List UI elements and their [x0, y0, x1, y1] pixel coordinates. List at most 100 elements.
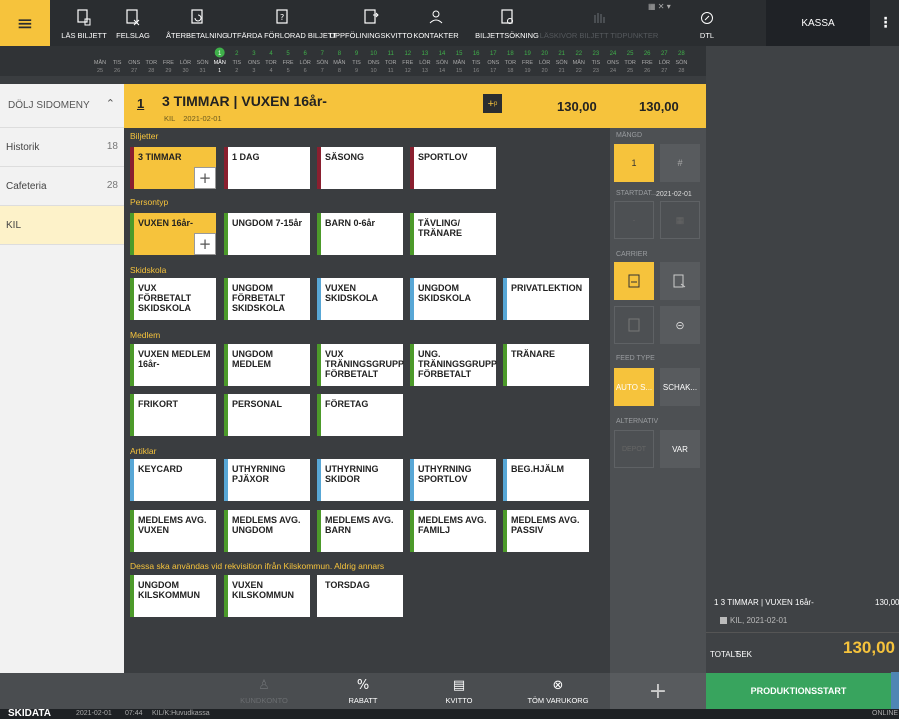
kilskommun-tile[interactable]: TORSDAG [317, 575, 403, 617]
followup-receipt-button[interactable]: UPPFÖLININGSKVITTO [330, 0, 412, 46]
carrier-print-button[interactable] [660, 262, 700, 300]
calendar-icon[interactable]: ▦ [660, 201, 700, 239]
lost-ticket-button[interactable]: ? UTFÄRDA FÖRLORAD BILJETT [227, 0, 337, 46]
medlem-tile[interactable]: FRIKORT [130, 394, 216, 436]
product-tile[interactable]: SPORTLOV [410, 147, 496, 189]
skidskola-tile[interactable]: VUXEN SKIDSKOLA [317, 278, 403, 320]
calendar-day-label: LÖR [180, 59, 191, 66]
sidebar-item-label: Cafeteria [6, 180, 47, 192]
refund-button[interactable]: ÅTERBETALNING [164, 0, 230, 46]
kilskommun-tile[interactable]: UNGDOM KILSKOMMUN [130, 575, 216, 617]
feedtype-label: FEED TYPE [616, 355, 655, 362]
artikel-tile[interactable]: MEDLEMS AVG. UNGDOM [224, 510, 310, 552]
receipt-button[interactable]: ▤ KVITTO [426, 673, 492, 709]
calendar-week-number: 27 [661, 51, 668, 57]
artikel-tile[interactable]: MEDLEMS AVG. BARN [317, 510, 403, 552]
medlem-tile[interactable]: VUXEN MEDLEM 16år- [130, 344, 216, 386]
product-tile[interactable]: 3 TIMMAR + [130, 147, 216, 189]
sidebar-item-kil[interactable]: KIL [0, 206, 124, 245]
calendar-strip[interactable]: 1 2 3 4 5 6 7 8 9 10 11 12 13 14 15 16 17 18 19 20 21 22 23 24 2… [0, 46, 706, 76]
customer-account-button[interactable]: ♙ KUNDKONTO [226, 673, 302, 709]
product-tile[interactable]: SÄSONG [317, 147, 403, 189]
calendar-day-label: SÖN [675, 59, 687, 66]
read-ticket-button[interactable]: LÄS BILJETT [60, 0, 108, 46]
calendar-day-label: TIS [472, 60, 481, 66]
tile-label: VUX FÖRBETALT SKIDSKOLA [138, 283, 192, 313]
medlem-tile[interactable]: UNG. TRÄNINGSGRUPP FÖRBETALT [410, 344, 497, 386]
menu-icon[interactable]: ≡ [0, 0, 50, 46]
tile-label: UNGDOM MEDLEM [232, 349, 273, 369]
read-ticket-label: LÄS BILJETT [61, 31, 107, 40]
medlem-tile[interactable]: VUX TRÄNINGSGRUPP FÖRBETALT [317, 344, 404, 386]
selected-product-header[interactable]: 1 3 TIMMAR | VUXEN 16år- KIL 2021-02-01 … [124, 84, 706, 128]
status-location: KIL/K:Huvudkassa [152, 710, 210, 717]
side-handle[interactable] [891, 672, 899, 709]
product-subline: KIL 2021-02-01 [164, 114, 222, 123]
product-tile[interactable]: 1 DAG [224, 147, 310, 189]
more-vertical-icon[interactable]: ⋮ [872, 0, 899, 46]
sidebar-item-historik[interactable]: Historik 18 [0, 128, 124, 167]
discount-button[interactable]: % RABATT [330, 673, 396, 709]
artikel-tile[interactable]: MEDLEMS AVG. VUXEN [130, 510, 216, 552]
production-start-button[interactable]: PRODUKTIONSSTART [706, 673, 891, 709]
status-date: 2021-02-01 [76, 710, 112, 717]
artikel-tile[interactable]: KEYCARD [130, 459, 216, 501]
hide-sidebar-button[interactable]: DÖLJ SIDOMENY ⌃ [0, 84, 124, 128]
persontype-tile[interactable]: UNGDOM 7-15år [224, 213, 310, 255]
carrier-card-button[interactable] [614, 306, 654, 344]
tile-label: PRIVATLEKTION [511, 283, 583, 293]
calendar-week-number: 28 [678, 51, 685, 57]
skidskola-tile[interactable]: UNGDOM SKIDSKOLA [410, 278, 496, 320]
contacts-button[interactable]: KONTAKTER [408, 0, 464, 46]
cart-line-title[interactable]: 1 3 TIMMAR | VUXEN 16år- [714, 598, 814, 607]
kilskommun-tile[interactable]: VUXEN KILSKOMMUN [224, 575, 310, 617]
feed-auto-button[interactable]: AUTO S... [614, 368, 654, 406]
persontype-tile[interactable]: VUXEN 16år- + [130, 213, 216, 255]
calendar-week-number: 15 [456, 51, 463, 57]
medlem-tile[interactable]: TRÄNARE [503, 344, 589, 386]
kassa-label: KASSA [766, 0, 870, 46]
carrier-rfid-button[interactable]: ⊝ [660, 306, 700, 344]
plus-icon[interactable]: + [194, 233, 216, 255]
alt-var-button[interactable]: VAR [660, 430, 700, 468]
faulty-button[interactable]: FELSLAG [116, 0, 150, 46]
quantity-one-button[interactable]: 1 [614, 144, 654, 182]
ticket-times-button[interactable]: LÄSKIVOR BILJETT TIDPUNKTER [540, 0, 658, 46]
medlem-tile[interactable]: UNGDOM MEDLEM [224, 344, 310, 386]
alt-var-label: VAR [672, 444, 688, 454]
alt-depot-button[interactable]: DEPOT [614, 430, 654, 468]
artikel-tile[interactable]: BEG.HJÄLM [503, 459, 589, 501]
add-product-icon[interactable]: + p [483, 94, 502, 113]
grid-chevron-icon[interactable]: ▦ ✕ ▾ [648, 2, 680, 12]
medlem-tile[interactable]: PERSONAL [224, 394, 310, 436]
artikel-tile[interactable]: MEDLEMS AVG. FAMILJ [410, 510, 496, 552]
feed-schak-button[interactable]: SCHAK... [660, 368, 700, 406]
quantity-hash-button[interactable]: # [660, 144, 700, 182]
calendar-date-label: 19 [524, 68, 530, 74]
medlem-tile[interactable]: FÖRETAG [317, 394, 403, 436]
persontype-tile[interactable]: BARN 0-6år [317, 213, 403, 255]
clear-cart-button[interactable]: ⊗ TÖM VARUKORG [516, 673, 600, 709]
artikel-tile[interactable]: MEDLEMS AVG. PASSIV [503, 510, 589, 552]
ticket-search-button[interactable]: BILJETTSÖKNING [474, 0, 540, 46]
artikel-tile[interactable]: UTHYRNING SKIDOR [317, 459, 403, 501]
startdate-prev-button[interactable]: · [614, 201, 654, 239]
dtl-button[interactable]: DTL [690, 0, 724, 46]
carrier-ticket-button[interactable] [614, 262, 654, 300]
skidskola-tile[interactable]: PRIVATLEKTION [503, 278, 589, 320]
tile-label: TORSDAG [325, 580, 370, 590]
plus-icon[interactable]: + [194, 167, 216, 189]
add-button[interactable]: + [610, 673, 706, 709]
skidskola-tile[interactable]: VUX FÖRBETALT SKIDSKOLA [130, 278, 216, 320]
persontype-tile[interactable]: TÄVLING/ TRÄNARE [410, 213, 496, 255]
artikel-tile[interactable]: UTHYRNING PJÄXOR [224, 459, 310, 501]
category-note: Dessa ska användas vid rekvisition ifrån… [130, 561, 385, 571]
skidskola-tile[interactable]: UNGDOM FÖRBETALT SKIDSKOLA [224, 278, 310, 320]
calendar-day-label: MÅN [94, 59, 106, 66]
sidebar-item-cafeteria[interactable]: Cafeteria 28 [0, 167, 124, 206]
tile-label: TÄVLING/ TRÄNARE [418, 218, 462, 238]
calendar-date-label: 25 [97, 68, 103, 74]
calendar-day-label: TIS [233, 60, 242, 66]
artikel-tile[interactable]: UTHYRNING SPORTLOV [410, 459, 496, 501]
bottom-left-area [0, 673, 124, 709]
